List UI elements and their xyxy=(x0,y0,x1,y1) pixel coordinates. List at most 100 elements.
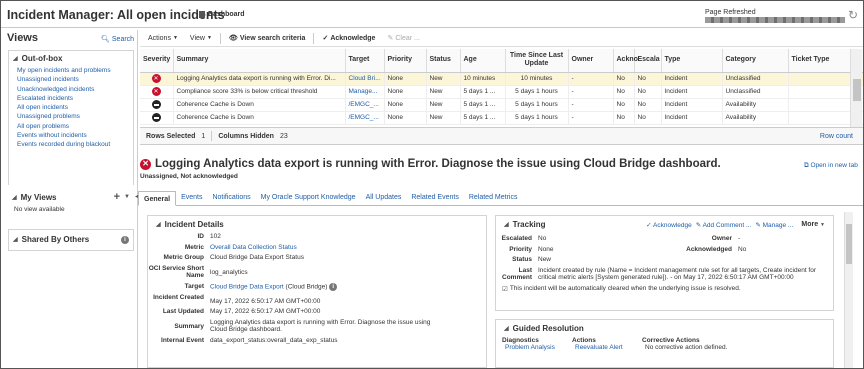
last-comment-label: Last Comment xyxy=(502,266,532,282)
collapse-icon[interactable]: ◢ xyxy=(13,236,18,243)
column-header[interactable]: Status xyxy=(426,49,461,73)
out-of-box-title: Out-of-box xyxy=(21,54,63,63)
target-link[interactable]: Cloud Bridge Data Export xyxy=(210,283,284,290)
add-icon[interactable]: + xyxy=(114,191,120,203)
actions-menu[interactable]: Actions ▼ xyxy=(144,35,182,42)
incident-details-title: Incident Details xyxy=(164,220,224,229)
rows-selected-value: 1 xyxy=(201,132,206,140)
age-cell: 5 days 1 ... xyxy=(460,98,506,112)
target-row: Target Cloud Bridge Data Export (Cloud Br… xyxy=(148,282,486,291)
column-header[interactable]: Age xyxy=(460,49,506,73)
view-link[interactable]: All open problems xyxy=(9,122,133,131)
column-header[interactable]: Severity xyxy=(140,49,174,73)
tab-my-oracle-support-knowledge[interactable]: My Oracle Support Knowledge xyxy=(256,190,361,205)
column-header[interactable]: Target xyxy=(345,49,385,73)
view-link[interactable]: Unassigned incidents xyxy=(9,75,133,84)
shared-by-others-header[interactable]: ◢ Shared By Others i xyxy=(9,230,133,247)
auto-clear-note: ☑ This incident will be automatically cl… xyxy=(496,285,833,293)
view-link[interactable]: All open incidents xyxy=(9,103,133,112)
info-icon[interactable]: i xyxy=(329,282,338,291)
view-search-criteria-label: View search criteria xyxy=(239,34,306,42)
collapse-icon[interactable]: ◢ xyxy=(504,325,509,332)
dashboard-button[interactable]: Dashboard xyxy=(199,11,245,18)
info-icon[interactable]: i xyxy=(121,235,129,244)
acknowledge-button[interactable]: ✓ Acknowledge xyxy=(318,34,379,43)
target-cell[interactable]: /EMGC_... xyxy=(345,111,385,125)
views-search-link[interactable]: 🔍︎ Search xyxy=(101,35,134,44)
refresh-icon[interactable]: ↻ xyxy=(848,8,858,22)
column-header[interactable]: Summary xyxy=(173,49,346,73)
escalated-label: Escalated xyxy=(501,235,532,242)
type-cell: Incident xyxy=(661,72,723,86)
clear-label: Clear ... xyxy=(395,34,420,42)
table-row[interactable]: Coherence Cache is Down/EMGC_... None New 5… xyxy=(140,98,863,112)
target-cell[interactable]: /EMGC_... xyxy=(345,98,385,112)
collapse-icon[interactable]: ◢ xyxy=(156,221,161,228)
tab-related-events[interactable]: Related Events xyxy=(406,190,463,205)
priority-cell: None xyxy=(384,111,427,125)
view-search-criteria-button[interactable]: 👁︎ View search criteria xyxy=(225,34,310,43)
acknowledged-row: Acknowledged No xyxy=(664,246,824,254)
column-header[interactable]: Ackno xyxy=(613,49,638,73)
open-in-new-tab-label: Open in new tab xyxy=(810,162,858,169)
tab-general[interactable]: General xyxy=(138,191,177,206)
collapse-icon[interactable]: ◢ xyxy=(504,221,509,228)
view-link[interactable]: Events without incidents xyxy=(9,131,133,140)
reevaluate-alert-link[interactable]: Reevaluate Alert xyxy=(572,344,642,351)
view-link[interactable]: Events recorded during blackout xyxy=(9,140,133,149)
row-count-link[interactable]: Row count xyxy=(820,133,853,140)
chevron-down-icon: ▼ xyxy=(820,222,825,228)
collapse-icon[interactable]: ◢ xyxy=(12,194,17,201)
view-link[interactable]: My open incidents and problems xyxy=(9,66,133,75)
corrective-actions-label: Corrective Actions xyxy=(642,337,700,344)
detail-scrollbar[interactable] xyxy=(844,212,853,368)
add-comment-link[interactable]: ✎ Add Comment ... xyxy=(696,221,752,229)
clear-button[interactable]: ✎ Clear ... xyxy=(383,34,423,43)
metric-link[interactable]: Overall Data Collection Status xyxy=(210,244,486,252)
table-scrollbar[interactable] xyxy=(850,49,862,127)
id-label: ID xyxy=(197,233,205,240)
manage-label: Manage ... xyxy=(762,221,794,229)
target-cell[interactable]: Cloud Bri... xyxy=(345,72,385,86)
dashboard-label: Dashboard xyxy=(208,11,245,18)
column-header[interactable]: Owner xyxy=(568,49,614,73)
table-row[interactable]: Compliance score 33% is below critical t… xyxy=(140,85,863,99)
category-cell: Unclassified xyxy=(722,85,789,99)
ack-cell: No xyxy=(613,111,635,125)
view-link[interactable]: Escalated incidents xyxy=(9,94,133,103)
tab-related-metrics[interactable]: Related Metrics xyxy=(464,190,523,205)
incident-details-header[interactable]: ◢ Incident Details xyxy=(148,216,486,233)
column-header[interactable]: Category xyxy=(722,49,789,73)
view-link[interactable]: Unassigned problems xyxy=(9,112,133,121)
column-header[interactable]: Escala xyxy=(634,49,662,73)
view-menu[interactable]: View ▼ xyxy=(186,35,216,42)
more-menu[interactable]: More ▼ xyxy=(801,221,825,228)
out-of-box-header[interactable]: ◢ Out-of-box xyxy=(9,51,133,66)
open-in-new-tab-link[interactable]: ⧉ Open in new tab xyxy=(804,162,858,170)
tab-all-updates[interactable]: All Updates xyxy=(361,190,407,205)
ack-cell: No xyxy=(613,98,635,112)
column-header[interactable]: Type xyxy=(661,49,723,73)
acknowledge-link[interactable]: ✓ Acknowledge xyxy=(646,221,692,229)
collapse-icon[interactable]: ◢ xyxy=(13,55,18,62)
table-row[interactable]: Logging Analytics data export is running… xyxy=(140,72,863,86)
column-header[interactable]: Priority xyxy=(384,49,427,73)
ack-cell: No xyxy=(613,72,635,86)
status-cell: New xyxy=(426,72,461,86)
view-link[interactable]: Unacknowledged incidents xyxy=(9,85,133,94)
chevron-down-icon[interactable]: ▼ xyxy=(124,194,130,200)
my-views-header[interactable]: ◢ My Views + ▼ xyxy=(8,185,134,206)
column-header[interactable]: Time Since Last Update xyxy=(505,49,569,73)
target-cell[interactable]: Manage... xyxy=(345,85,385,99)
problem-analysis-link[interactable]: Problem Analysis xyxy=(502,344,572,351)
scrollbar-thumb[interactable] xyxy=(853,79,861,101)
tab-events[interactable]: Events xyxy=(176,190,207,205)
table-row[interactable]: Coherence Cache is Down/EMGC_... None New 5… xyxy=(140,111,863,125)
scrollbar-thumb[interactable] xyxy=(846,224,852,264)
severity-cell xyxy=(140,111,174,125)
tab-notifications[interactable]: Notifications xyxy=(207,190,255,205)
manage-link[interactable]: ✎ Manage ... xyxy=(755,221,793,229)
last-update-cell: 5 days 1 hours xyxy=(505,111,569,125)
incident-subtitle: Unassigned, Not acknowledged xyxy=(140,173,238,180)
guided-resolution-header[interactable]: ◢ Guided Resolution xyxy=(496,320,833,337)
